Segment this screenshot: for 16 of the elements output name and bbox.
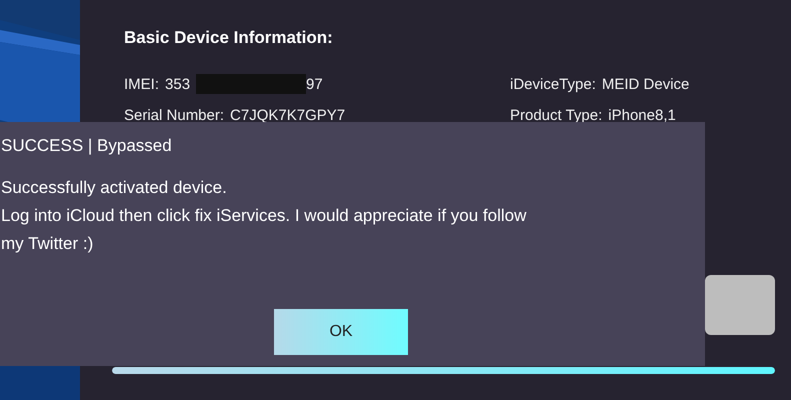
dialog-message: Successfully activated device.: [1, 177, 228, 199]
field-value: 97: [306, 76, 323, 92]
field-value: C7JQK7K7GPY7: [230, 107, 346, 124]
field-label: iDeviceType:: [510, 76, 596, 92]
field-value: 353: [165, 76, 190, 92]
field-value: MEID Device: [602, 76, 690, 92]
ok-button[interactable]: OK: [274, 309, 408, 355]
action-button[interactable]: [705, 275, 775, 335]
dialog-message: my Twitter :): [1, 233, 94, 255]
section-title: Basic Device Information:: [124, 28, 334, 48]
dialog-title: SUCCESS | Bypassed: [1, 136, 173, 156]
field-label: Product Type:: [510, 107, 602, 124]
field-label: IMEI:: [124, 76, 160, 92]
field-label: Serial Number:: [124, 107, 224, 124]
field-value: iPhone8,1: [608, 107, 676, 124]
dialog-message: Log into iCloud then click fix iServices. I would appreciate if you follow: [1, 205, 528, 227]
